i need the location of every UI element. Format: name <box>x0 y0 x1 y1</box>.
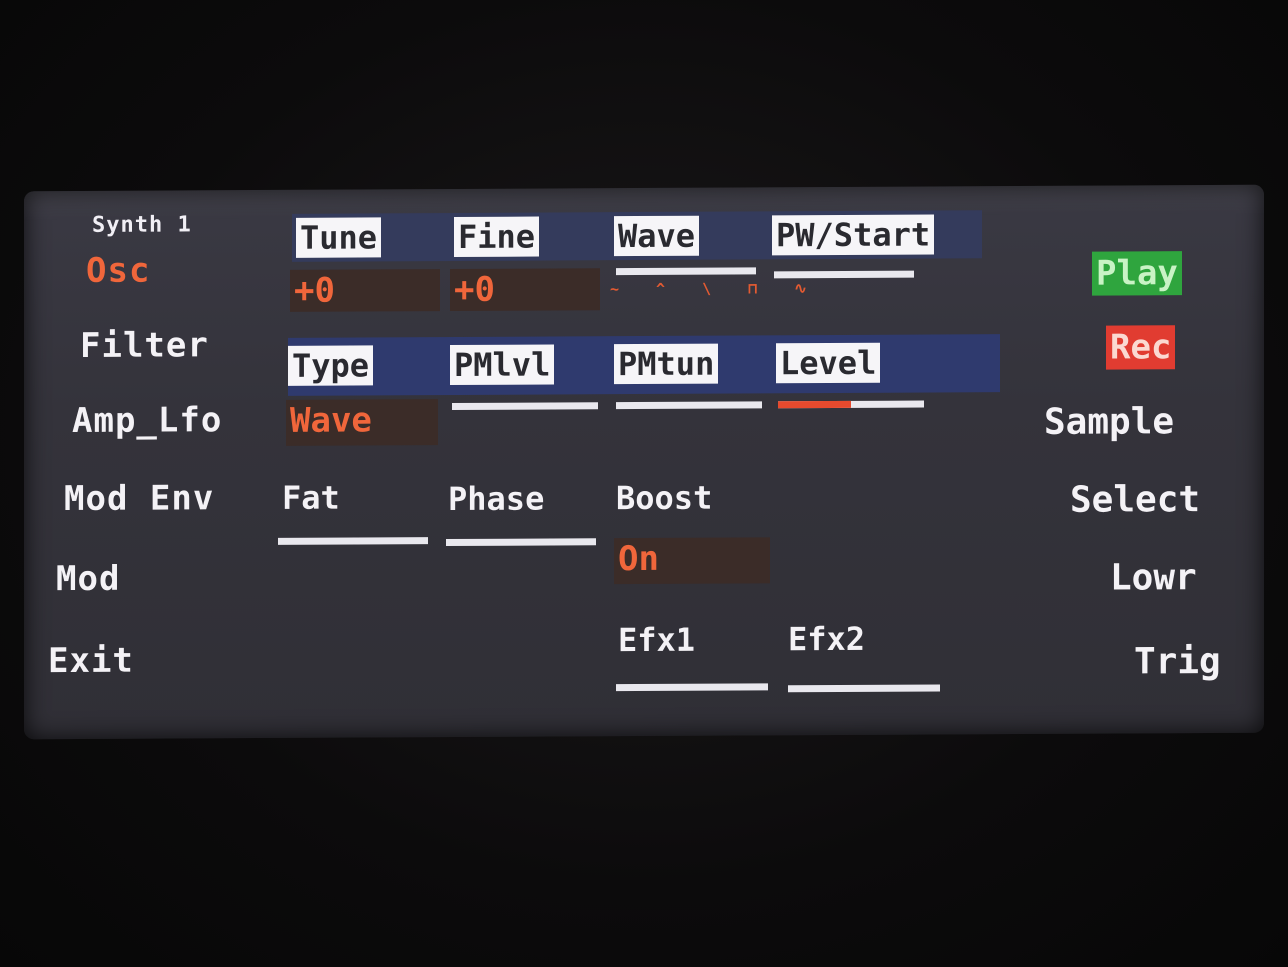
efx1-param[interactable]: Efx1 <box>614 620 699 660</box>
boost-param[interactable]: Boost <box>612 478 716 519</box>
boost-value[interactable]: On <box>614 537 770 585</box>
pm-lvl-bar[interactable] <box>452 402 598 411</box>
fat-param[interactable]: Fat <box>278 478 344 518</box>
menu-item-amp-lfo[interactable]: Amp_Lfo <box>72 400 222 441</box>
pm-tun-param[interactable]: PMtun <box>614 343 719 385</box>
pm-tun-bar[interactable] <box>616 401 762 410</box>
fat-bar[interactable] <box>278 537 428 545</box>
pw-start-bar[interactable] <box>774 270 914 279</box>
type-param[interactable]: Type <box>288 345 374 386</box>
pm-lvl-param[interactable]: PMlvl <box>450 344 555 386</box>
menu-item-osc[interactable]: Osc <box>86 251 150 291</box>
phase-param[interactable]: Phase <box>444 479 548 520</box>
wave-param[interactable]: Wave <box>614 215 700 257</box>
trig-button[interactable]: Trig <box>1134 641 1221 682</box>
phase-bar[interactable] <box>446 538 596 547</box>
efx1-bar[interactable] <box>616 683 768 692</box>
lowr-button[interactable]: Lowr <box>1110 557 1197 598</box>
waveform-icons: ~ ^ \ ⊓ ∿ <box>610 279 821 299</box>
sample-button[interactable]: Sample <box>1044 401 1174 443</box>
wave-bar[interactable] <box>616 267 756 276</box>
tune-value[interactable]: +0 <box>290 269 440 312</box>
type-value[interactable]: Wave <box>286 399 438 446</box>
efx2-param[interactable]: Efx2 <box>784 619 869 659</box>
efx2-bar[interactable] <box>788 684 940 693</box>
menu-item-exit[interactable]: Exit <box>48 641 134 681</box>
play-button[interactable]: Play <box>1092 251 1182 296</box>
screen-title: Synth 1 <box>92 212 192 238</box>
synth-screen: Synth 1 Osc Filter Amp_Lfo Mod Env Mod E… <box>24 184 1264 740</box>
menu-item-mod-env[interactable]: Mod Env <box>64 478 214 519</box>
rec-button[interactable]: Rec <box>1106 325 1176 370</box>
fine-param[interactable]: Fine <box>454 216 540 257</box>
level-param[interactable]: Level <box>776 342 881 384</box>
level-bar-fill <box>778 400 851 409</box>
pw-start-param[interactable]: PW/Start <box>772 214 935 256</box>
select-button[interactable]: Select <box>1070 479 1200 521</box>
menu-item-mod[interactable]: Mod <box>56 559 120 599</box>
menu-item-filter[interactable]: Filter <box>80 325 209 366</box>
tune-param[interactable]: Tune <box>296 217 382 258</box>
fine-value[interactable]: +0 <box>450 268 600 312</box>
